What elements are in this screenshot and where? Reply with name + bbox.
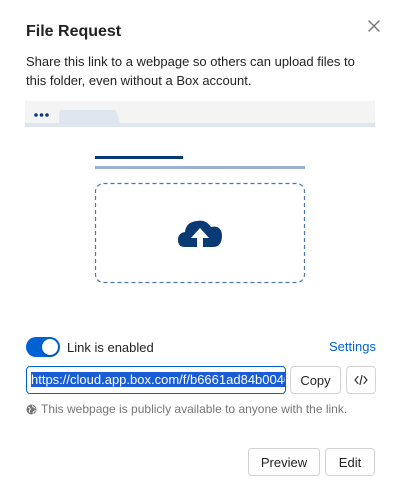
dialog-title: File Request [26,23,122,40]
file-request-dialog: File Request Share this link to a webpag… [0,0,400,501]
shared-link-url: https://cloud.app.box.com/f/b6661ad84b00… [31,372,285,387]
shared-link-input[interactable]: https://cloud.app.box.com/f/b6661ad84b00… [26,366,286,394]
embed-code-button[interactable] [346,366,376,394]
window-dot-icon [39,113,44,117]
dialog-description: Share this link to a webpage so others c… [26,54,355,88]
browser-illustration [25,101,375,311]
heading-line [95,156,183,159]
globe-icon [26,404,37,415]
settings-link[interactable]: Settings [329,339,376,354]
code-icon [354,375,368,385]
link-enabled-toggle[interactable] [26,337,60,357]
edit-button[interactable]: Edit [325,448,375,476]
subheading-line [95,166,305,169]
window-dot-icon [34,113,38,117]
shared-link-row: https://cloud.app.box.com/f/b6661ad84b00… [26,366,376,394]
toggle-knob [42,339,58,355]
link-enabled-label: Link is enabled [67,339,154,355]
preview-button[interactable]: Preview [248,448,320,476]
close-icon [368,20,380,32]
public-notice: This webpage is publicly available to an… [26,402,347,416]
link-toggle-row: Link is enabled Settings [26,336,376,358]
upload-page-illustration [25,101,375,311]
window-dot-icon [45,113,49,117]
close-button[interactable] [363,15,385,37]
public-notice-text: This webpage is publicly available to an… [41,402,348,416]
copy-button[interactable]: Copy [290,366,341,394]
